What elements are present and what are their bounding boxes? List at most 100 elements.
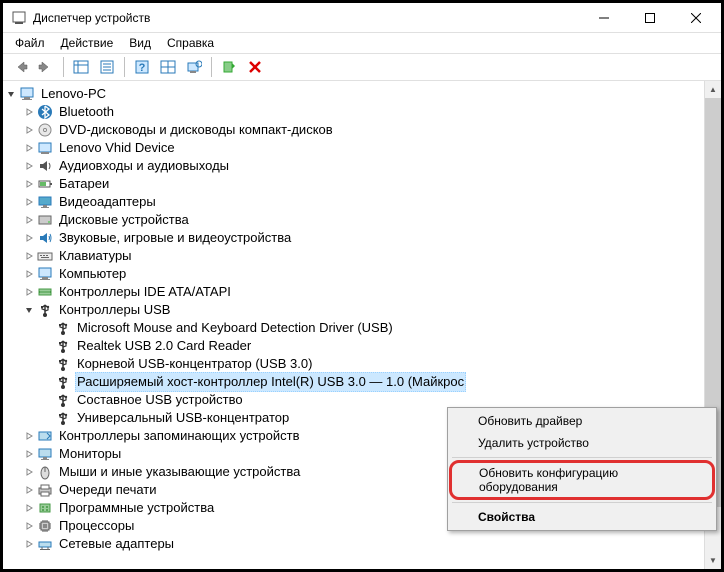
usb-icon <box>55 392 71 408</box>
expand-icon[interactable] <box>21 428 37 444</box>
expand-icon[interactable] <box>21 212 37 228</box>
expand-icon[interactable] <box>21 194 37 210</box>
disc-icon <box>37 122 53 138</box>
menu-help[interactable]: Справка <box>159 34 222 52</box>
expand-icon[interactable] <box>21 446 37 462</box>
tree-node[interactable]: DVD-дисководы и дисководы компакт-дисков <box>3 121 721 139</box>
tree-node[interactable]: Клавиатуры <box>3 247 721 265</box>
expand-icon[interactable] <box>21 518 37 534</box>
help-button[interactable]: ? <box>130 55 154 79</box>
expand-icon[interactable] <box>21 104 37 120</box>
usb-icon <box>55 374 71 390</box>
tree-node[interactable]: Аудиовходы и аудиовыходы <box>3 157 721 175</box>
ctx-scan-hardware[interactable]: Обновить конфигурацию оборудования <box>449 460 715 500</box>
minimize-button[interactable] <box>581 3 627 33</box>
tree-node[interactable]: Realtek USB 2.0 Card Reader <box>3 337 721 355</box>
expand-icon[interactable] <box>21 176 37 192</box>
forward-button[interactable] <box>34 55 58 79</box>
tree-node[interactable]: Сетевые адаптеры <box>3 535 721 553</box>
scroll-up-button[interactable]: ▲ <box>705 81 721 98</box>
expand-icon[interactable] <box>21 464 37 480</box>
show-hidden-button[interactable] <box>69 55 93 79</box>
tree-node-label: Контроллеры USB <box>57 301 172 319</box>
expand-icon[interactable] <box>21 266 37 282</box>
ctx-update-driver[interactable]: Обновить драйвер <box>450 410 714 432</box>
expand-icon[interactable] <box>21 482 37 498</box>
tree-node[interactable]: Bluetooth <box>3 103 721 121</box>
usb-icon <box>55 338 71 354</box>
update-driver-button[interactable] <box>217 55 241 79</box>
collapse-icon[interactable] <box>21 302 37 318</box>
tree-node-label: Клавиатуры <box>57 247 134 265</box>
tree-node[interactable]: Microsoft Mouse and Keyboard Detection D… <box>3 319 721 337</box>
app-icon <box>11 10 27 26</box>
maximize-button[interactable] <box>627 3 673 33</box>
disk-icon <box>37 212 53 228</box>
menu-file[interactable]: Файл <box>7 34 53 52</box>
uninstall-button[interactable] <box>243 55 267 79</box>
close-button[interactable] <box>673 3 719 33</box>
expand-icon[interactable] <box>21 284 37 300</box>
tree-node[interactable]: Корневой USB-концентратор (USB 3.0) <box>3 355 721 373</box>
usb-icon <box>55 320 71 336</box>
tree-node[interactable]: Звуковые, игровые и видеоустройства <box>3 229 721 247</box>
context-menu: Обновить драйвер Удалить устройство Обно… <box>447 407 717 531</box>
tree-node-label: Универсальный USB-концентратор <box>75 409 291 427</box>
tree-node[interactable]: Расширяемый хост-контроллер Intel(R) USB… <box>3 373 721 391</box>
ctx-remove-device[interactable]: Удалить устройство <box>450 432 714 454</box>
expander-spacer <box>39 410 55 426</box>
toolbar: ? <box>3 53 721 81</box>
expander-spacer <box>39 320 55 336</box>
expander-spacer <box>39 338 55 354</box>
scroll-down-button[interactable]: ▼ <box>705 552 721 569</box>
usb-icon <box>55 356 71 372</box>
back-button[interactable] <box>8 55 32 79</box>
ctx-separator <box>452 502 712 503</box>
view-button[interactable] <box>156 55 180 79</box>
tree-node-label: Процессоры <box>57 517 136 535</box>
expand-icon[interactable] <box>21 230 37 246</box>
tree-node-label: Дисковые устройства <box>57 211 191 229</box>
toolbar-separator <box>63 57 64 77</box>
usb-icon <box>37 302 53 318</box>
tree-node-label: Bluetooth <box>57 103 116 121</box>
window-title: Диспетчер устройств <box>33 11 581 25</box>
tree-node[interactable]: Контроллеры IDE ATA/ATAPI <box>3 283 721 301</box>
expand-icon[interactable] <box>21 248 37 264</box>
ide-icon <box>37 284 53 300</box>
tree-node[interactable]: Lenovo Vhid Device <box>3 139 721 157</box>
expand-icon[interactable] <box>21 536 37 552</box>
tree-node-label: DVD-дисководы и дисководы компакт-дисков <box>57 121 335 139</box>
expand-icon[interactable] <box>21 122 37 138</box>
tree-node-label: Программные устройства <box>57 499 216 517</box>
ctx-properties[interactable]: Свойства <box>450 506 714 528</box>
properties-button[interactable] <box>95 55 119 79</box>
toolbar-separator <box>124 57 125 77</box>
computer-icon <box>37 266 53 282</box>
device-icon <box>37 140 53 156</box>
expand-icon[interactable] <box>21 140 37 156</box>
tree-node-label: Контроллеры запоминающих устройств <box>57 427 301 445</box>
expand-icon[interactable] <box>21 500 37 516</box>
menu-action[interactable]: Действие <box>53 34 122 52</box>
tree-node[interactable]: Дисковые устройства <box>3 211 721 229</box>
bluetooth-icon <box>37 104 53 120</box>
tree-node[interactable]: Батареи <box>3 175 721 193</box>
menu-view[interactable]: Вид <box>121 34 159 52</box>
tree-node[interactable]: Контроллеры USB <box>3 301 721 319</box>
collapse-icon[interactable] <box>3 86 19 102</box>
tree-node[interactable]: Видеоадаптеры <box>3 193 721 211</box>
software-icon <box>37 500 53 516</box>
tree-node-label: Realtek USB 2.0 Card Reader <box>75 337 253 355</box>
tree-node[interactable]: Компьютер <box>3 265 721 283</box>
scan-hardware-button[interactable] <box>182 55 206 79</box>
tree-node-label: Мыши и иные указывающие устройства <box>57 463 302 481</box>
ctx-properties-label: Свойства <box>478 510 535 524</box>
display-icon <box>37 194 53 210</box>
cpu-icon <box>37 518 53 534</box>
tree-node-label: Контроллеры IDE ATA/ATAPI <box>57 283 233 301</box>
titlebar: Диспетчер устройств <box>3 3 721 33</box>
ctx-separator <box>452 457 712 458</box>
tree-node[interactable]: Lenovo-PC <box>3 85 721 103</box>
expand-icon[interactable] <box>21 158 37 174</box>
